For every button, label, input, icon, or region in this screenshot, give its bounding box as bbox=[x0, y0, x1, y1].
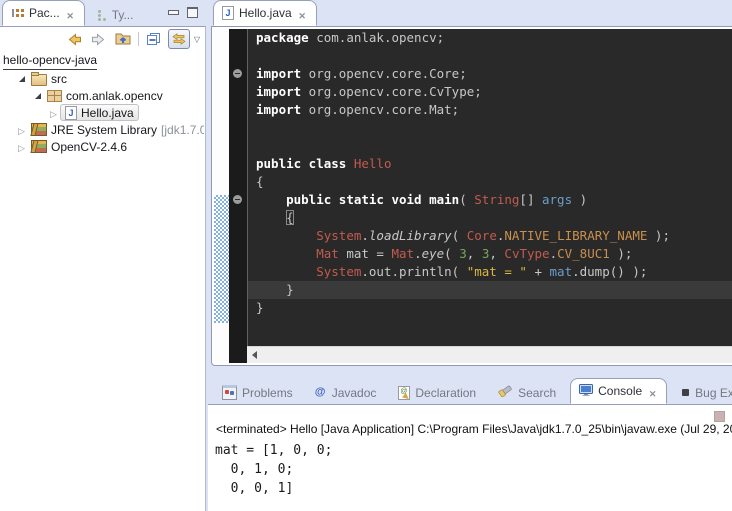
maximize-icon[interactable] bbox=[187, 7, 198, 18]
tab-declaration[interactable]: Declaration bbox=[390, 381, 484, 404]
terminate-icon[interactable] bbox=[714, 411, 725, 422]
code-line[interactable]: System.loadLibrary( Core.NATIVE_LIBRARY_… bbox=[248, 227, 732, 245]
back-arrow-icon[interactable] bbox=[65, 30, 85, 48]
code-line[interactable]: { bbox=[248, 173, 732, 191]
link-with-editor-icon[interactable] bbox=[168, 29, 190, 49]
collapse-arrow-icon[interactable] bbox=[34, 93, 44, 99]
declaration-icon bbox=[398, 386, 410, 400]
editor-tab-row: Hello.java bbox=[213, 2, 317, 26]
code-line[interactable]: { bbox=[248, 209, 732, 227]
tab-hello-java[interactable]: Hello.java bbox=[213, 0, 317, 26]
tree-item-label: OpenCV-2.4.6 bbox=[51, 140, 127, 154]
library-icon bbox=[31, 123, 47, 136]
collapse-arrow-icon[interactable] bbox=[18, 76, 28, 82]
minimize-icon[interactable] bbox=[168, 10, 179, 15]
tree-item-label: Hello.java bbox=[81, 106, 134, 120]
bottom-view-panel: Problems Javadoc Declaration Search bbox=[206, 376, 732, 511]
java-file-icon bbox=[65, 106, 77, 120]
editor-panel: Hello.java package com.anlak.opencv; impo… bbox=[211, 0, 732, 366]
bottom-tab-row: Problems Javadoc Declaration Search bbox=[214, 378, 732, 404]
search-icon bbox=[498, 385, 513, 400]
tab-label: Hello.java bbox=[239, 6, 292, 20]
console-output[interactable]: mat = [1, 0, 0; 0, 1, 0; 0, 0, 1] bbox=[215, 441, 732, 498]
left-tab-row: Pac... Ty... bbox=[2, 2, 206, 26]
type-hierarchy-icon bbox=[95, 9, 107, 21]
console-icon bbox=[579, 384, 593, 399]
code-line[interactable]: import org.opencv.core.Mat; bbox=[248, 101, 732, 119]
code-line[interactable]: public static void main( String[] args ) bbox=[248, 191, 732, 209]
tree-item-src[interactable]: src bbox=[0, 70, 204, 87]
problems-icon bbox=[222, 385, 237, 400]
method-range-indicator bbox=[214, 195, 229, 323]
console-view: <terminated> Hello [Java Application] C:… bbox=[208, 404, 732, 511]
tab-search[interactable]: Search bbox=[490, 381, 564, 404]
panel-window-buttons bbox=[168, 7, 206, 26]
code-line[interactable]: import org.opencv.core.CvType; bbox=[248, 83, 732, 101]
fold-collapse-icon[interactable] bbox=[233, 69, 242, 78]
code-line[interactable] bbox=[248, 137, 732, 155]
tab-label: Ty... bbox=[112, 8, 134, 22]
library-icon bbox=[31, 140, 47, 153]
javadoc-icon bbox=[315, 387, 327, 399]
tree-item-label: JRE System Library bbox=[51, 123, 157, 137]
package-icon bbox=[47, 90, 62, 102]
package-explorer-icon bbox=[11, 7, 24, 19]
go-up-folder-icon[interactable] bbox=[113, 30, 133, 48]
code-area[interactable]: package com.anlak.opencv; import org.open… bbox=[248, 29, 732, 347]
code-line[interactable]: Mat mat = Mat.eye( 3, 3, CvType.CV_8UC1 … bbox=[248, 245, 732, 263]
source-folder-icon bbox=[31, 74, 47, 86]
horizontal-scrollbar[interactable] bbox=[247, 346, 732, 363]
close-icon[interactable] bbox=[647, 386, 658, 397]
code-line[interactable]: } bbox=[248, 281, 732, 299]
gutter[interactable] bbox=[229, 29, 248, 363]
java-file-icon bbox=[222, 6, 234, 20]
tree-item-label: src bbox=[51, 72, 67, 86]
tab-javadoc[interactable]: Javadoc bbox=[307, 381, 385, 404]
tree-item-opencv[interactable]: OpenCV-2.4.6 bbox=[0, 138, 204, 155]
code-line[interactable]: package com.anlak.opencv; bbox=[248, 29, 732, 47]
bug-icon bbox=[682, 389, 689, 396]
tree-item-label: com.anlak.opencv bbox=[66, 89, 163, 103]
tree-item-jre[interactable]: JRE System Library [jdk1.7.0 bbox=[0, 121, 204, 138]
editor-frame: package com.anlak.opencv; import org.open… bbox=[211, 26, 732, 366]
package-explorer-content: ▽ hello-opencv-java src com.anlak.opencv He… bbox=[0, 26, 206, 511]
tab-problems[interactable]: Problems bbox=[214, 381, 301, 404]
tab-bug-explorer[interactable]: Bug Explorer bbox=[673, 381, 732, 404]
code-line[interactable]: } bbox=[248, 299, 732, 317]
expand-arrow-icon[interactable] bbox=[18, 140, 28, 154]
code-line[interactable] bbox=[248, 47, 732, 65]
tree-item-package[interactable]: com.anlak.opencv bbox=[0, 87, 204, 104]
close-icon[interactable] bbox=[297, 8, 308, 19]
project-label: hello-opencv-java bbox=[3, 53, 97, 70]
forward-arrow-icon[interactable] bbox=[89, 30, 109, 48]
code-line[interactable]: public class Hello bbox=[248, 155, 732, 173]
overview-ruler[interactable] bbox=[214, 29, 229, 363]
tab-package-explorer[interactable]: Pac... bbox=[2, 0, 85, 26]
console-status-line: <terminated> Hello [Java Application] C:… bbox=[216, 422, 732, 436]
project-tree: hello-opencv-java src com.anlak.opencv Hell… bbox=[0, 53, 204, 155]
toolbar-separator bbox=[138, 32, 139, 46]
code-line[interactable] bbox=[248, 119, 732, 137]
view-menu-icon[interactable]: ▽ bbox=[194, 35, 200, 44]
package-explorer-toolbar: ▽ bbox=[65, 29, 200, 49]
expand-arrow-icon[interactable] bbox=[18, 123, 28, 137]
fold-collapse-icon[interactable] bbox=[233, 195, 242, 204]
code-line[interactable]: System.out.println( "mat = " + mat.dump(… bbox=[248, 263, 732, 281]
tree-item-project[interactable]: hello-opencv-java bbox=[0, 53, 204, 70]
code-line[interactable]: import org.opencv.core.Core; bbox=[248, 65, 732, 83]
tab-type-hierarchy[interactable]: Ty... bbox=[87, 3, 142, 26]
package-explorer-panel: Pac... Ty... bbox=[0, 0, 206, 511]
tree-item-hello-java[interactable]: Hello.java bbox=[0, 104, 204, 121]
scroll-left-icon[interactable] bbox=[252, 351, 257, 359]
close-icon[interactable] bbox=[65, 8, 76, 19]
expand-arrow-icon[interactable] bbox=[50, 106, 60, 120]
tab-label: Pac... bbox=[29, 6, 60, 20]
tab-console[interactable]: Console bbox=[570, 378, 667, 404]
collapse-all-icon[interactable] bbox=[144, 30, 164, 48]
